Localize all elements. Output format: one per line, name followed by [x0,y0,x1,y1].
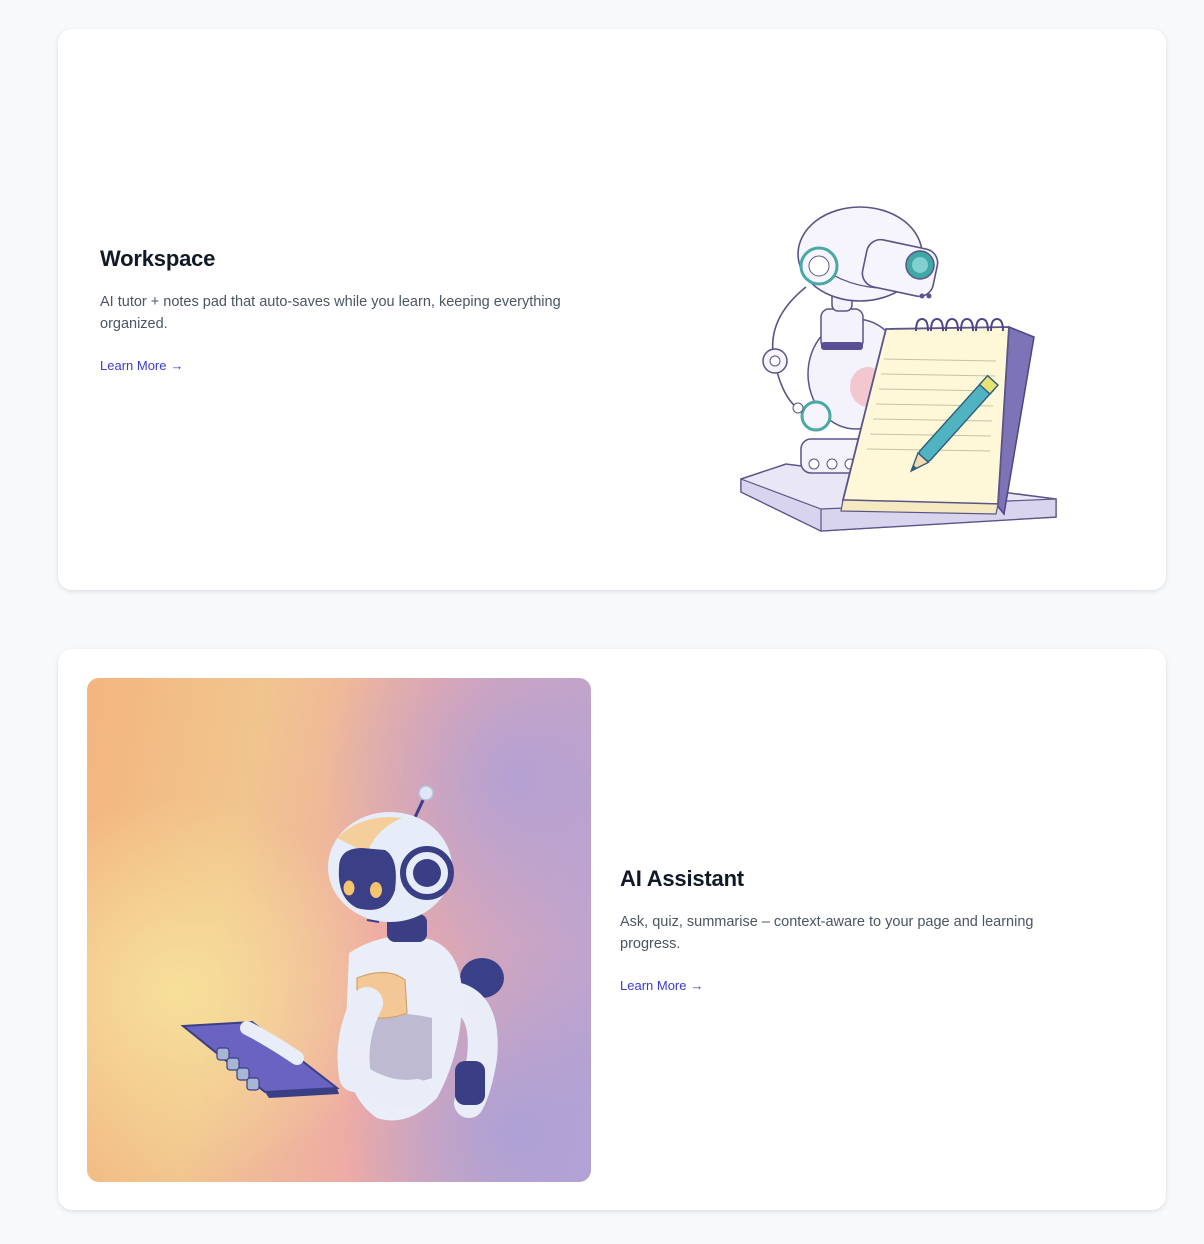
learn-more-label: Learn More [620,978,687,993]
feature-title: AI Assistant [620,866,744,891]
robot-holding-tablet-illustration [87,678,591,1182]
feature-card-ai-assistant: AI Assistant Ask, quiz, summarise – cont… [58,649,1166,1210]
feature-description: AI tutor + notes pad that auto-saves whi… [100,294,561,332]
feature-text-ai-assistant: AI Assistant Ask, quiz, summarise – cont… [620,865,1090,995]
feature-description: Ask, quiz, summarise – context-aware to … [620,914,1034,952]
robot-writing-notepad-illustration [636,59,1136,559]
arrow-right-icon: → [690,978,704,993]
learn-more-label: Learn More [100,358,167,373]
feature-card-workspace: Workspace AI tutor + notes pad that auto… [58,29,1166,590]
learn-more-link[interactable]: Learn More → [100,357,183,375]
feature-title: Workspace [100,246,216,271]
arrow-right-icon: → [170,358,184,373]
learn-more-link[interactable]: Learn More → [620,977,703,995]
feature-text-workspace: Workspace AI tutor + notes pad that auto… [100,245,600,375]
